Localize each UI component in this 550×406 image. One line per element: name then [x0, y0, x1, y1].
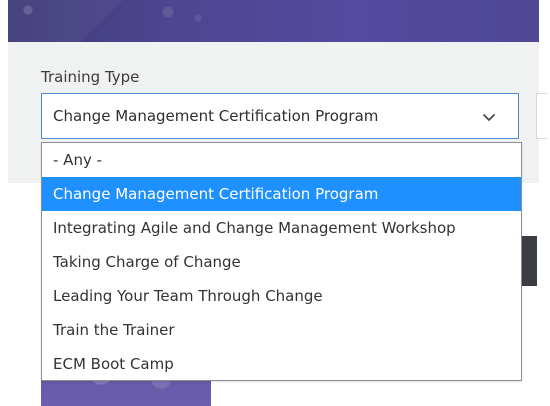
adjacent-filter-edge[interactable]	[536, 93, 547, 139]
hero-texture	[8, 0, 539, 42]
dropdown-option-integrating-agile-and-change-management-workshop[interactable]: Integrating Agile and Change Management …	[42, 211, 521, 245]
chevron-down-icon[interactable]	[482, 109, 496, 123]
dropdown-option-train-the-trainer[interactable]: Train the Trainer	[42, 313, 521, 347]
training-type-label: Training Type	[41, 68, 140, 86]
dropdown-option-leading-your-team-through-change[interactable]: Leading Your Team Through Change	[42, 279, 521, 313]
training-type-select[interactable]: Change Management Certification Program	[41, 93, 519, 139]
hero-banner	[8, 0, 539, 42]
dropdown-option-any[interactable]: - Any -	[42, 143, 521, 177]
dropdown-option-change-management-certification-program[interactable]: Change Management Certification Program	[42, 177, 521, 211]
dropdown-option-taking-charge-of-change[interactable]: Taking Charge of Change	[42, 245, 521, 279]
training-type-select-value: Change Management Certification Program	[53, 107, 379, 125]
dropdown-option-ecm-boot-camp[interactable]: ECM Boot Camp	[42, 347, 521, 381]
training-type-dropdown-list: - Any - Change Management Certification …	[41, 142, 522, 381]
